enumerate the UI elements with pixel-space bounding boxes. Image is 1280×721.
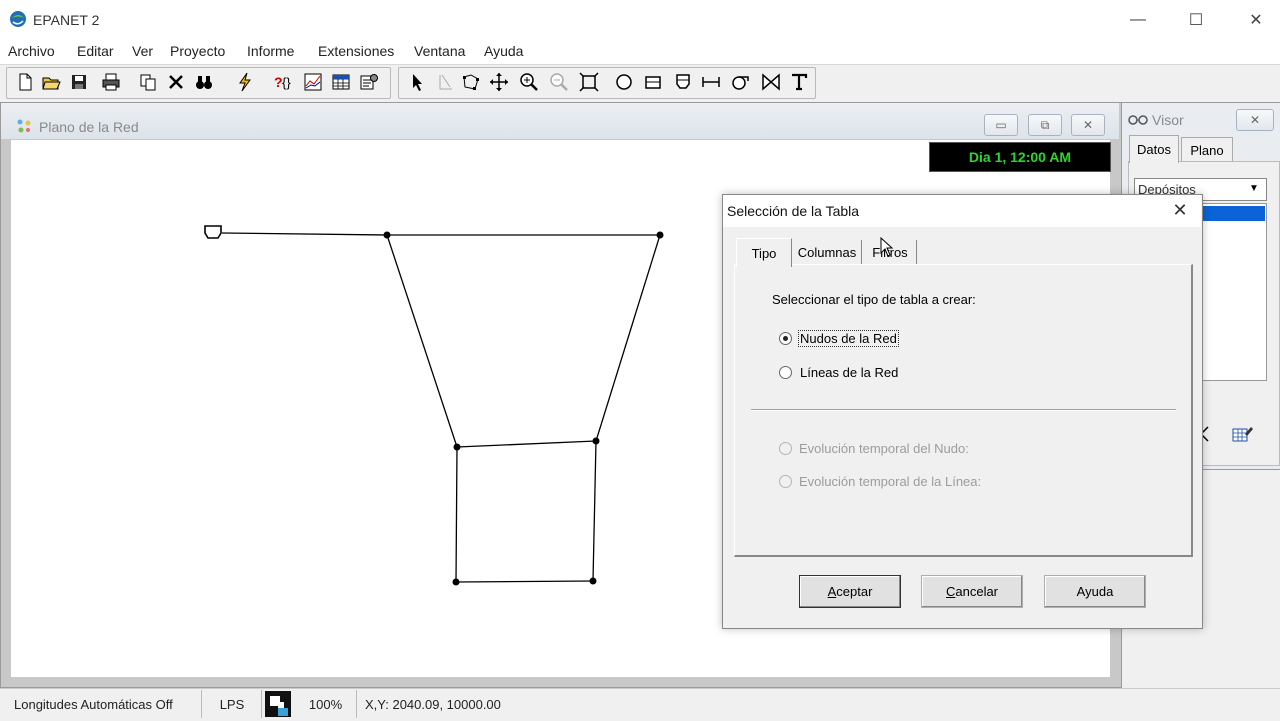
radio-link-time-series xyxy=(779,475,792,488)
radio-network-links[interactable] xyxy=(779,366,792,379)
menu-extensiones[interactable]: Extensiones xyxy=(318,43,394,59)
cancel-button-accel: C xyxy=(945,584,956,599)
menu-editar[interactable]: Editar xyxy=(77,43,114,59)
menu-proyecto[interactable]: Proyecto xyxy=(170,43,225,59)
window-minimize-button[interactable]: — xyxy=(1115,6,1161,34)
title-bar xyxy=(0,0,1280,40)
cancel-button[interactable]: Cancelar xyxy=(921,575,1023,608)
add-tank-icon[interactable] xyxy=(672,71,694,93)
add-junction-icon[interactable] xyxy=(613,71,635,93)
auto-length-status[interactable]: Longitudes Automáticas Off xyxy=(0,690,202,718)
cancel-button-label: ancelar xyxy=(955,584,999,599)
dialog-title: Selección de la Tabla xyxy=(727,203,860,219)
pan-icon[interactable] xyxy=(488,71,510,93)
ok-button-accel: A xyxy=(827,584,837,599)
new-file-icon[interactable] xyxy=(14,71,36,93)
menu-ver[interactable]: Ver xyxy=(132,43,153,59)
browser-panel-title: Visor xyxy=(1152,112,1184,128)
map-window-title: Plano de la Red xyxy=(39,119,139,135)
delete-icon[interactable] xyxy=(165,71,187,93)
options-divider xyxy=(751,409,1176,411)
run-status-icon xyxy=(265,691,291,717)
menu-ventana[interactable]: Ventana xyxy=(414,43,465,59)
window-close-button[interactable]: ✕ xyxy=(1233,6,1279,34)
map-close-button[interactable]: ✕ xyxy=(1071,114,1105,136)
network-map-icon xyxy=(17,119,31,133)
add-pipe-icon[interactable] xyxy=(700,71,722,93)
map-minimize-button[interactable]: ▭ xyxy=(984,114,1018,136)
radio-network-links-label[interactable]: Líneas de la Red xyxy=(800,365,898,380)
radio-network-nodes-label[interactable]: Nudos de la Red xyxy=(798,330,899,347)
options-icon[interactable] xyxy=(358,71,380,93)
edit-object-icon[interactable] xyxy=(1231,424,1253,444)
app-title: EPANET 2 xyxy=(33,12,100,28)
table-type-prompt: Seleccionar el tipo de tabla a crear: xyxy=(772,292,976,307)
menu-ayuda[interactable]: Ayuda xyxy=(484,43,523,59)
tab-tipo[interactable]: Tipo xyxy=(736,238,792,267)
chevron-down-icon[interactable]: ▼ xyxy=(1245,180,1263,197)
select-vertex-icon[interactable] xyxy=(434,71,456,93)
flow-units-status: LPS xyxy=(203,690,262,718)
window-maximize-button[interactable]: ☐ xyxy=(1173,6,1219,34)
add-reservoir-icon[interactable] xyxy=(642,71,664,93)
table-icon[interactable] xyxy=(330,71,352,93)
tab-datos[interactable]: Datos xyxy=(1129,135,1179,163)
map-window-titlebar[interactable] xyxy=(1,103,1119,139)
dialog-close-button[interactable]: ✕ xyxy=(1166,198,1194,222)
binoculars-icon xyxy=(1128,115,1148,125)
run-simulation-icon[interactable] xyxy=(234,71,256,93)
epanet-logo-icon xyxy=(10,11,26,27)
print-icon[interactable] xyxy=(100,71,122,93)
add-pump-icon[interactable] xyxy=(729,71,751,93)
add-valve-icon[interactable] xyxy=(760,71,782,93)
mouse-cursor-icon xyxy=(880,237,894,257)
copy-icon[interactable] xyxy=(137,71,159,93)
select-pointer-icon[interactable] xyxy=(406,71,428,93)
menu-archivo[interactable]: Archivo xyxy=(8,43,55,59)
save-icon[interactable] xyxy=(68,71,90,93)
ok-button-label: ceptar xyxy=(836,584,873,599)
radio-network-nodes[interactable] xyxy=(779,332,792,345)
query-icon[interactable]: ?{} xyxy=(272,71,294,93)
tab-columnas[interactable]: Columnas xyxy=(793,240,862,264)
map-restore-button[interactable]: ⧉ xyxy=(1028,114,1062,136)
open-folder-icon[interactable] xyxy=(40,71,62,93)
help-button[interactable]: Ayuda xyxy=(1044,575,1146,608)
browser-close-button[interactable]: ✕ xyxy=(1236,109,1274,131)
zoom-level-status: 100% xyxy=(295,690,357,718)
tab-plano[interactable]: Plano xyxy=(1181,137,1233,162)
graph-icon[interactable] xyxy=(302,71,324,93)
full-extent-icon[interactable] xyxy=(578,71,600,93)
zoom-out-icon[interactable] xyxy=(548,71,570,93)
zoom-in-icon[interactable] xyxy=(518,71,540,93)
add-label-icon[interactable] xyxy=(788,71,810,93)
radio-node-time-series-label: Evolución temporal del Nudo: xyxy=(799,441,969,456)
coordinates-status: X,Y: 2040.09, 10000.00 xyxy=(365,696,501,712)
menu-informe[interactable]: Informe xyxy=(247,43,294,59)
radio-node-time-series xyxy=(779,442,792,455)
find-binoculars-icon[interactable] xyxy=(193,71,215,93)
simulation-time-label: Dia 1, 12:00 AM xyxy=(929,142,1111,172)
svg-text:{}: {} xyxy=(282,75,291,90)
select-region-icon[interactable] xyxy=(460,71,482,93)
ok-button[interactable]: Aceptar xyxy=(799,575,901,608)
radio-link-time-series-label: Evolución temporal de la Línea: xyxy=(799,474,982,489)
